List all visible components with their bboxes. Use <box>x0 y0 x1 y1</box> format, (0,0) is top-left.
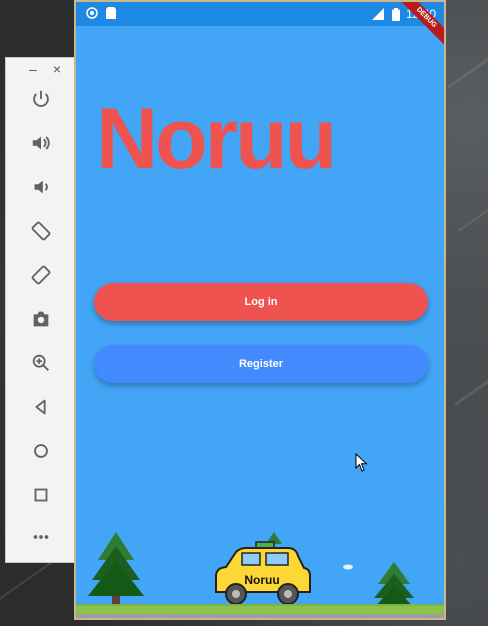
mouse-cursor-icon <box>355 453 368 472</box>
more-icon <box>33 535 49 539</box>
login-button[interactable]: Log in <box>94 283 428 321</box>
rotate-left-button[interactable] <box>28 218 54 244</box>
screenshot-button[interactable] <box>28 306 54 332</box>
taxi-label: Noruu <box>244 573 279 587</box>
power-button[interactable] <box>28 86 54 112</box>
emulator-toolbar: – × <box>5 57 76 563</box>
rotate-right-button[interactable] <box>28 262 54 288</box>
zoom-icon <box>32 354 49 371</box>
tree-left <box>88 532 144 606</box>
rotate-left-icon <box>31 221 51 241</box>
register-button[interactable]: Register <box>94 345 428 383</box>
sd-card-icon <box>106 7 116 19</box>
home-button[interactable] <box>28 438 54 464</box>
minimize-button[interactable]: – <box>29 61 37 77</box>
home-icon <box>34 444 48 458</box>
signal-icon <box>371 8 384 20</box>
volume-down-button[interactable] <box>28 174 54 200</box>
power-icon <box>33 90 49 107</box>
rotate-right-icon <box>31 265 51 285</box>
zoom-button[interactable] <box>28 350 54 376</box>
overview-icon <box>34 488 48 502</box>
back-button[interactable] <box>28 394 54 420</box>
toolbar-window-controls: – × <box>6 58 75 80</box>
volume-up-icon <box>32 136 50 150</box>
back-icon <box>35 399 46 415</box>
app-title: Noruu <box>96 91 337 187</box>
overview-button[interactable] <box>28 482 54 508</box>
login-button-label: Log in <box>244 296 278 308</box>
taxi-car: Noruu <box>215 541 311 605</box>
battery-icon <box>391 7 400 21</box>
volume-down-icon <box>34 180 48 194</box>
ground-strip <box>76 604 444 618</box>
camera-icon <box>33 311 49 327</box>
close-button[interactable]: × <box>53 61 61 77</box>
volume-up-button[interactable] <box>28 130 54 156</box>
device-screen: 12:40 DEBUG Noruu Log in Register <box>74 0 446 620</box>
notification-dot-icon <box>86 7 98 19</box>
more-button[interactable] <box>28 524 54 550</box>
status-bar: 12:40 <box>76 2 444 26</box>
register-button-label: Register <box>238 358 284 370</box>
smoke-puff <box>343 564 353 570</box>
